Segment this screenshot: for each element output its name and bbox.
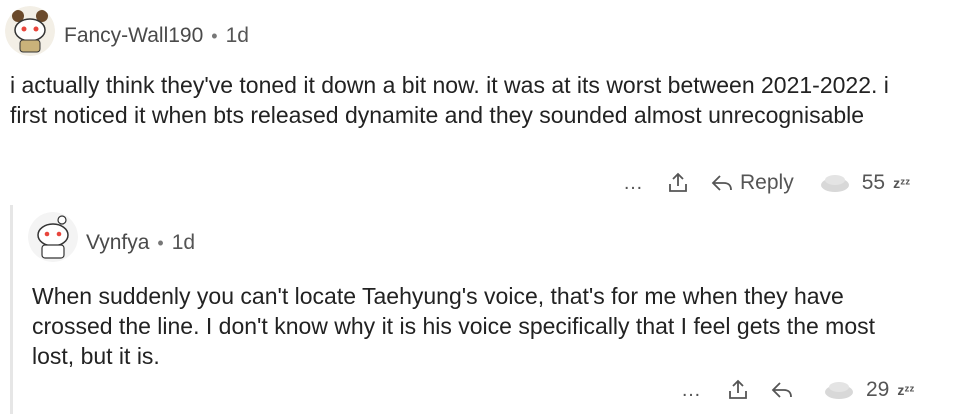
upvote-button[interactable] <box>824 381 854 399</box>
upvote-icon <box>820 175 849 192</box>
username[interactable]: Fancy-Wall190 <box>64 24 203 48</box>
more-icon: … <box>623 171 643 194</box>
more-button[interactable]: … <box>676 379 706 402</box>
timestamp[interactable]: 1d <box>226 24 249 48</box>
downvote-icon: zᶻᶻ <box>893 175 911 191</box>
comment-body: When suddenly you can't locate Taehyung'… <box>32 283 876 369</box>
comment-body: i actually think they've toned it down a… <box>10 72 889 128</box>
upvote-button[interactable] <box>820 174 850 192</box>
separator-dot: • <box>157 232 164 253</box>
upvote-icon <box>825 382 853 399</box>
separator-dot: • <box>211 25 218 46</box>
avatar-icon <box>28 212 78 262</box>
vote-count: 55 <box>861 171 886 194</box>
reply-button[interactable]: Reply <box>710 171 794 195</box>
downvote-button[interactable]: zᶻᶻ <box>897 382 914 398</box>
timestamp[interactable]: 1d <box>172 231 195 255</box>
downvote-icon: zᶻᶻ <box>897 382 915 398</box>
reply-button[interactable] <box>770 379 794 401</box>
avatar-icon <box>5 6 55 56</box>
reply-label: Reply <box>740 171 794 194</box>
avatar[interactable] <box>5 6 55 56</box>
share-button[interactable] <box>666 171 690 195</box>
thread-line[interactable] <box>10 205 13 414</box>
comment-header: Fancy-Wall190 • 1d <box>64 24 249 48</box>
comment-actions: … 29 zᶻᶻ <box>676 375 914 405</box>
comment-header: Vynfya • 1d <box>86 231 195 255</box>
vote-count: 29 <box>866 378 890 401</box>
comment-actions: … Reply 55 zᶻᶻ <box>618 168 910 198</box>
more-icon: … <box>681 378 701 401</box>
username[interactable]: Vynfya <box>86 231 149 255</box>
avatar[interactable] <box>28 212 78 262</box>
share-icon <box>729 379 747 399</box>
reply-icon <box>771 382 792 398</box>
share-button[interactable] <box>726 378 750 402</box>
downvote-button[interactable]: zᶻᶻ <box>893 175 910 191</box>
reply-icon <box>711 175 732 191</box>
more-button[interactable]: … <box>618 172 648 195</box>
share-icon <box>669 172 687 192</box>
